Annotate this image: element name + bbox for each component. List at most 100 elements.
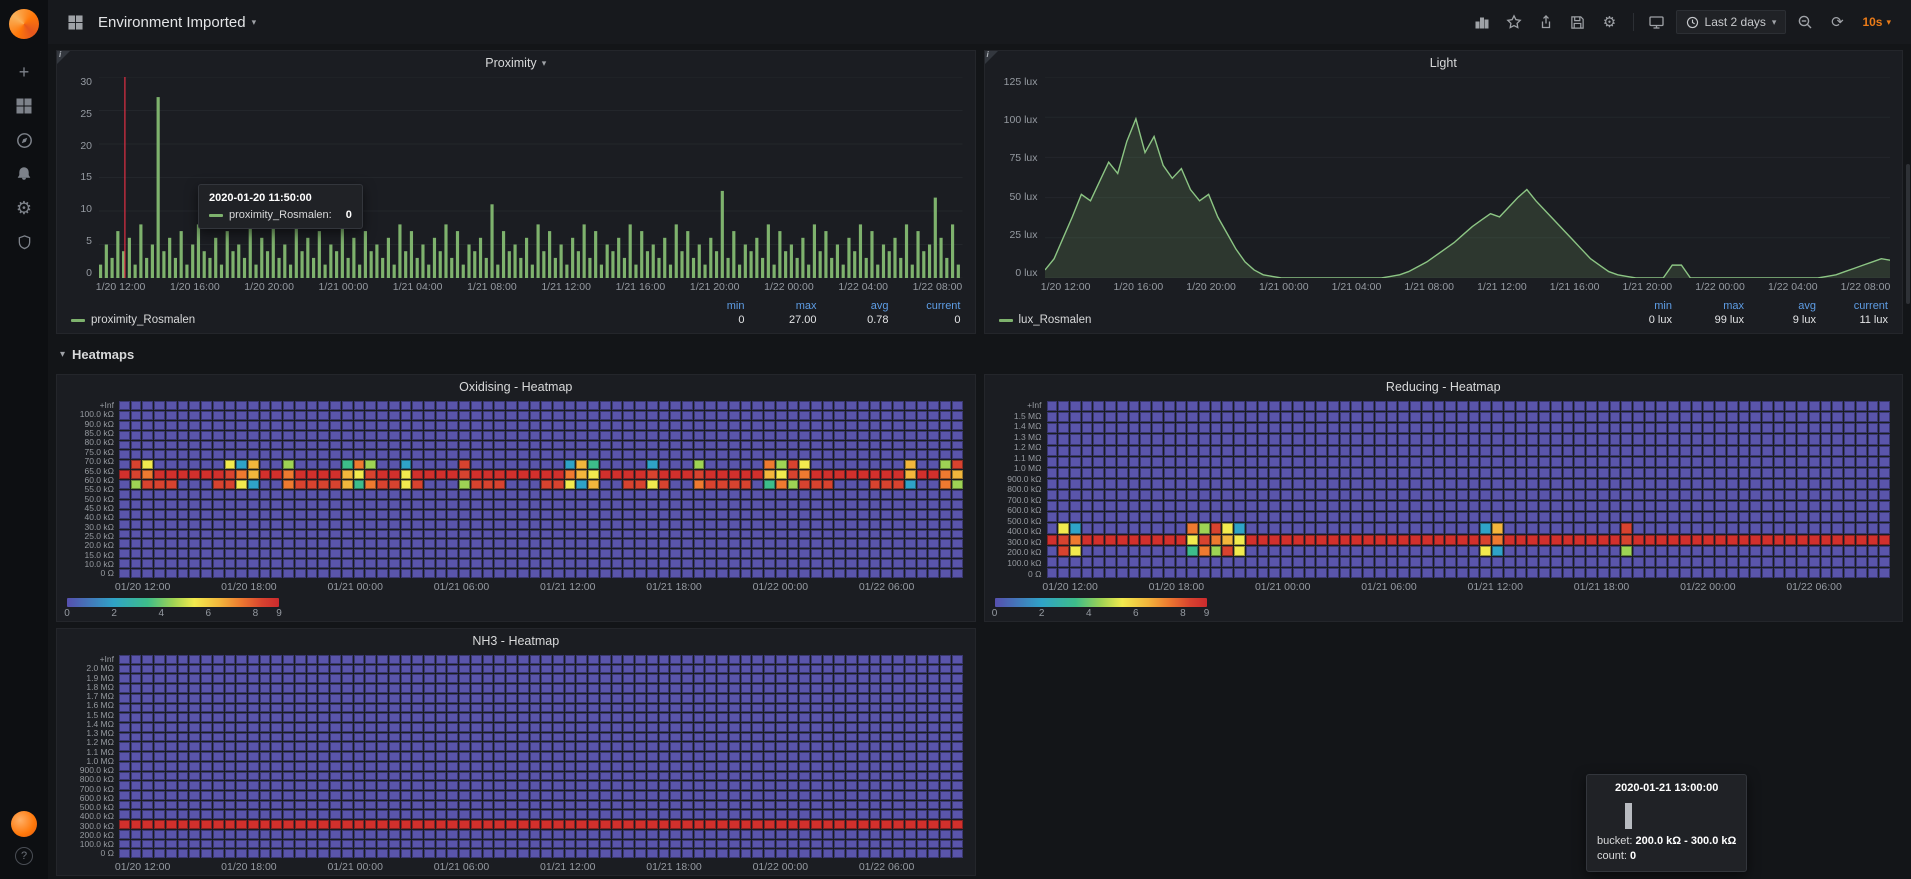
cycle-view-monitor-icon[interactable] bbox=[1644, 9, 1670, 35]
heatmap-cell bbox=[787, 480, 799, 489]
heatmap-cell bbox=[940, 480, 951, 489]
heatmap-cell bbox=[904, 839, 916, 849]
zoom-out-button[interactable] bbox=[1792, 9, 1818, 35]
heatmap-cell bbox=[1257, 423, 1269, 434]
heatmap-cell bbox=[119, 664, 130, 674]
stat-header-max[interactable]: max bbox=[745, 300, 817, 312]
heatmap-cell bbox=[224, 781, 236, 790]
heatmap-cell bbox=[951, 470, 963, 480]
star-button[interactable] bbox=[1501, 9, 1527, 35]
heatmap-cell bbox=[811, 791, 822, 800]
proximity-graph[interactable] bbox=[99, 77, 963, 278]
stat-header-avg[interactable]: avg bbox=[1744, 300, 1816, 312]
legend-series-proximity[interactable]: proximity_Rosmalen bbox=[71, 314, 195, 326]
heatmap-cell bbox=[482, 723, 494, 732]
panel-title-oxidising[interactable]: Oxidising - Heatmap bbox=[57, 375, 975, 399]
heatmap-cell bbox=[717, 829, 728, 839]
heatmap-cell bbox=[1562, 512, 1574, 523]
stat-header-current[interactable]: current bbox=[1816, 300, 1888, 312]
heatmap-cell bbox=[283, 559, 294, 569]
nh3-heatmap-grid[interactable] bbox=[119, 655, 963, 858]
heatmap-cell bbox=[482, 490, 494, 499]
reducing-y-axis: +Inf 1.5 MΩ 1.4 MΩ 1.3 MΩ 1.2 MΩ 1.1 MΩ 1.0 MΩ… bbox=[991, 401, 1047, 578]
heatmap-cell bbox=[447, 742, 459, 752]
user-avatar[interactable] bbox=[11, 811, 37, 837]
heatmap-cell bbox=[447, 791, 459, 800]
time-range-button[interactable]: Last 2 days ▾ bbox=[1675, 10, 1787, 34]
heatmap-cell bbox=[1668, 490, 1679, 501]
heatmap-cell bbox=[494, 761, 506, 771]
heatmap-cell bbox=[658, 810, 670, 820]
heatmap-cell bbox=[1867, 456, 1879, 467]
heatmap-cell bbox=[635, 829, 646, 839]
explore-compass-icon[interactable] bbox=[0, 123, 48, 157]
stat-header-avg[interactable]: avg bbox=[817, 300, 889, 312]
heatmap-cell bbox=[294, 499, 306, 509]
heatmap-cell bbox=[1140, 456, 1152, 467]
refresh-interval-dropdown[interactable]: 10s ▾ bbox=[1856, 15, 1897, 29]
heatmap-cell bbox=[740, 559, 752, 569]
reducing-heatmap-grid[interactable] bbox=[1046, 401, 1890, 578]
dashboard-settings-gear-icon[interactable]: ⚙ bbox=[1597, 9, 1623, 35]
heatmap-cell bbox=[1539, 501, 1550, 512]
heatmap-cell bbox=[1820, 567, 1832, 578]
add-icon[interactable]: + bbox=[0, 55, 48, 89]
page-scrollbar-thumb[interactable] bbox=[1906, 164, 1910, 304]
add-panel-button[interactable] bbox=[1469, 9, 1495, 35]
legend-series-light[interactable]: lux_Rosmalen bbox=[998, 314, 1091, 326]
heatmap-cell bbox=[119, 761, 130, 771]
share-button[interactable] bbox=[1533, 9, 1559, 35]
stat-header-max[interactable]: max bbox=[1672, 300, 1744, 312]
panel-title-reducing[interactable]: Reducing - Heatmap bbox=[985, 375, 1903, 399]
dashboard-picker-icon[interactable] bbox=[62, 9, 88, 35]
light-graph[interactable] bbox=[1044, 77, 1890, 278]
heatmap-cell bbox=[811, 480, 822, 489]
heatmap-cell bbox=[224, 810, 236, 820]
heatmap-cell bbox=[341, 732, 353, 742]
grafana-logo[interactable] bbox=[9, 9, 39, 39]
save-button[interactable] bbox=[1565, 9, 1591, 35]
heatmap-cell bbox=[904, 559, 916, 569]
dashboards-icon[interactable] bbox=[0, 89, 48, 123]
stat-header-min[interactable]: min bbox=[1600, 300, 1672, 312]
heatmap-cell bbox=[799, 549, 811, 559]
heatmap-cell bbox=[599, 693, 611, 703]
panel-title-proximity[interactable]: Proximity ▾ bbox=[57, 51, 975, 75]
heatmap-cell bbox=[869, 703, 881, 713]
settings-gear-icon[interactable]: ⚙ bbox=[0, 191, 48, 225]
heatmap-cell bbox=[236, 703, 248, 713]
tooltip-count-label: count: bbox=[1597, 850, 1627, 862]
heatmap-cell bbox=[1855, 567, 1867, 578]
panel-title-nh3[interactable]: NH3 - Heatmap bbox=[57, 629, 975, 653]
stat-header-current[interactable]: current bbox=[889, 300, 960, 312]
heatmap-cell bbox=[1738, 434, 1750, 445]
heatmap-cell bbox=[552, 771, 564, 781]
heatmap-cell bbox=[1750, 401, 1761, 412]
dashboard-title[interactable]: Environment Imported ▾ bbox=[98, 14, 256, 31]
heatmap-cell bbox=[1679, 478, 1691, 489]
heatmap-cell bbox=[271, 519, 283, 529]
axis-label: 1/21 08:00 bbox=[467, 281, 517, 293]
heatmap-cell bbox=[1609, 490, 1621, 501]
oxidising-heatmap-grid[interactable] bbox=[119, 401, 963, 578]
stat-header-min[interactable]: min bbox=[673, 300, 745, 312]
heatmap-cell bbox=[658, 791, 670, 800]
help-icon[interactable]: ? bbox=[15, 847, 33, 865]
heatmap-cell bbox=[881, 752, 893, 761]
refresh-button[interactable]: ⟳ bbox=[1824, 9, 1850, 35]
alerting-bell-icon[interactable] bbox=[0, 157, 48, 191]
heatmap-cell bbox=[940, 771, 951, 781]
heatmap-cell bbox=[588, 761, 599, 771]
row-header-heatmaps[interactable]: ▾ Heatmaps bbox=[56, 340, 1903, 368]
heatmap-cell bbox=[470, 732, 482, 742]
admin-shield-icon[interactable] bbox=[0, 225, 48, 259]
heatmap-cell bbox=[893, 559, 904, 569]
heatmap-cell bbox=[529, 529, 541, 539]
heatmap-cell bbox=[283, 723, 294, 732]
heatmap-cell bbox=[599, 655, 611, 664]
panel-title-light[interactable]: Light bbox=[985, 51, 1903, 75]
heatmap-cell bbox=[212, 761, 224, 771]
heatmap-cell bbox=[764, 509, 775, 519]
heatmap-cell bbox=[1210, 556, 1222, 567]
heatmap-cell bbox=[1081, 512, 1093, 523]
